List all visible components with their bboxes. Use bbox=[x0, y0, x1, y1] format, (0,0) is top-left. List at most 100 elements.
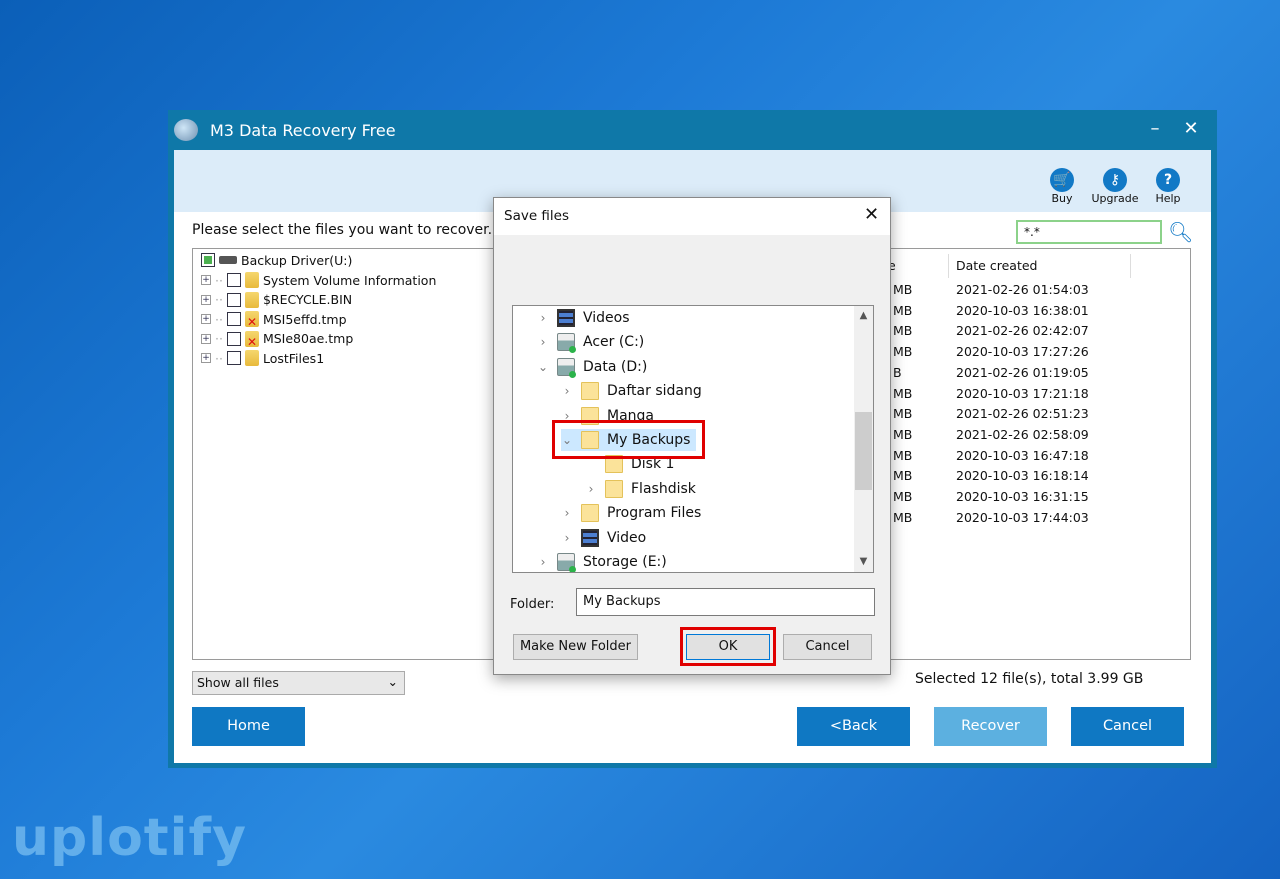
minimize-button[interactable]: – bbox=[1143, 118, 1167, 139]
chevron-right-icon[interactable]: › bbox=[537, 555, 549, 569]
search-icon[interactable]: 🔍︎ bbox=[1168, 220, 1193, 244]
deleted-icon: ✕ bbox=[246, 334, 258, 349]
drive-icon bbox=[557, 333, 576, 354]
buy-button[interactable]: 🛒 Buy bbox=[1034, 168, 1090, 205]
tree-item[interactable]: + ·· LostFiles1 bbox=[201, 348, 324, 368]
tree-item[interactable]: + ·· ✕ MSI5effd.tmp bbox=[201, 309, 347, 329]
file-size: MB bbox=[893, 509, 913, 525]
node-label: Daftar sidang bbox=[607, 383, 702, 400]
chevron-right-icon[interactable]: › bbox=[561, 384, 573, 398]
make-new-folder-button[interactable]: Make New Folder bbox=[513, 634, 638, 660]
instruction-text: Please select the files you want to reco… bbox=[192, 222, 493, 238]
highlight-box bbox=[552, 420, 705, 459]
key-icon: ⚷ bbox=[1103, 168, 1127, 192]
node-label: Flashdisk bbox=[631, 480, 696, 497]
file-size: MB bbox=[893, 344, 913, 360]
node-label: Videos bbox=[583, 310, 630, 326]
folder-icon bbox=[244, 291, 259, 308]
folder-node[interactable]: › Acer (C:) bbox=[537, 331, 650, 354]
expand-icon[interactable]: + bbox=[201, 294, 211, 305]
item-checkbox[interactable] bbox=[226, 292, 241, 307]
folder-node[interactable]: › Flashdisk bbox=[585, 478, 702, 500]
help-icon: ? bbox=[1156, 168, 1180, 192]
chevron-right-icon[interactable]: › bbox=[561, 506, 573, 520]
file-size: MB bbox=[893, 447, 913, 463]
file-date: 2021-02-26 02:51:23 bbox=[956, 406, 1089, 422]
app-icon bbox=[174, 119, 198, 141]
node-label: Video bbox=[607, 529, 647, 546]
tree-item[interactable]: + ·· $RECYCLE.BIN bbox=[201, 290, 352, 310]
item-label: System Volume Information bbox=[262, 272, 437, 288]
folder-node[interactable]: › Program Files bbox=[561, 502, 707, 524]
dialog-title: Save files bbox=[504, 208, 570, 224]
ok-button[interactable]: OK bbox=[686, 634, 770, 660]
expand-icon[interactable]: + bbox=[201, 314, 211, 325]
tree-item[interactable]: + ·· System Volume Information bbox=[201, 270, 436, 290]
cancel-button[interactable]: Cancel bbox=[1071, 707, 1184, 746]
chevron-right-icon[interactable]: › bbox=[537, 311, 549, 325]
node-label: Acer (C:) bbox=[583, 334, 645, 351]
file-date: 2021-02-26 01:54:03 bbox=[956, 282, 1089, 297]
column-header-date[interactable]: Date created bbox=[948, 254, 1131, 278]
upgrade-label: Upgrade bbox=[1091, 192, 1139, 205]
folder-icon bbox=[581, 504, 599, 523]
root-label: Backup Driver(U:) bbox=[241, 252, 353, 268]
chevron-right-icon[interactable]: › bbox=[537, 335, 549, 349]
recover-button[interactable]: Recover bbox=[934, 707, 1047, 746]
chevron-right-icon[interactable]: › bbox=[561, 531, 573, 545]
file-size: MB bbox=[893, 323, 913, 339]
item-checkbox[interactable] bbox=[226, 273, 241, 287]
folder-label: Folder: bbox=[510, 597, 555, 612]
folder-node[interactable]: › Video bbox=[561, 527, 652, 549]
scroll-up-arrow[interactable]: ▲ bbox=[854, 310, 873, 321]
filter-select[interactable]: Show all files ⌄ bbox=[192, 671, 405, 695]
file-size: MB bbox=[893, 385, 913, 401]
expand-icon[interactable]: + bbox=[201, 333, 211, 344]
item-checkbox[interactable] bbox=[226, 351, 241, 366]
close-button[interactable]: ✕ bbox=[1179, 118, 1203, 139]
dialog-cancel-button[interactable]: Cancel bbox=[783, 634, 872, 660]
root-checkbox[interactable] bbox=[201, 253, 215, 267]
dialog-close-button[interactable]: ✕ bbox=[864, 204, 879, 225]
folder-node[interactable]: › Videos bbox=[537, 307, 636, 329]
chevron-right-icon[interactable]: › bbox=[585, 482, 597, 496]
upgrade-button[interactable]: ⚷ Upgrade bbox=[1087, 168, 1143, 205]
folder-node[interactable]: › Storage (E:) bbox=[537, 551, 673, 572]
expand-icon[interactable]: + bbox=[201, 275, 211, 285]
home-button[interactable]: Home bbox=[192, 707, 305, 746]
item-checkbox[interactable] bbox=[226, 312, 241, 327]
node-label: Storage (E:) bbox=[583, 554, 667, 570]
expand-icon[interactable]: + bbox=[201, 353, 211, 364]
node-label: Program Files bbox=[607, 505, 702, 522]
folder-icon bbox=[244, 272, 259, 288]
tree-item[interactable]: + ·· ✕ MSIe80ae.tmp bbox=[201, 329, 353, 349]
file-date: 2020-10-03 16:31:15 bbox=[956, 489, 1089, 504]
file-date: 2020-10-03 16:18:14 bbox=[956, 468, 1089, 484]
search-input[interactable]: *.* bbox=[1016, 220, 1162, 244]
file-size: MB bbox=[893, 468, 913, 484]
folder-input[interactable]: My Backups bbox=[576, 588, 875, 616]
scroll-down-arrow[interactable]: ▼ bbox=[854, 556, 873, 567]
file-date: 2020-10-03 17:44:03 bbox=[956, 509, 1089, 525]
file-size: MB bbox=[893, 489, 913, 504]
file-size: MB bbox=[893, 426, 913, 442]
folder-node[interactable]: ⌄ Data (D:) bbox=[537, 356, 653, 378]
drive-icon bbox=[557, 553, 576, 572]
help-button[interactable]: ? Help bbox=[1140, 168, 1196, 205]
item-label: MSI5effd.tmp bbox=[262, 311, 347, 327]
chevron-down-icon[interactable]: ⌄ bbox=[537, 360, 549, 374]
chevron-down-icon: ⌄ bbox=[387, 674, 398, 689]
back-button[interactable]: <Back bbox=[797, 707, 910, 746]
file-size: B bbox=[893, 364, 902, 380]
help-label: Help bbox=[1155, 192, 1181, 205]
folder-node[interactable]: › Daftar sidang bbox=[561, 380, 708, 402]
deleted-icon: ✕ bbox=[246, 315, 258, 330]
title-bar[interactable]: M3 Data Recovery Free – ✕ bbox=[168, 110, 1217, 150]
scrollbar-thumb[interactable] bbox=[855, 412, 872, 490]
tree-root[interactable]: Backup Driver(U:) bbox=[201, 250, 352, 270]
item-label: LostFiles1 bbox=[262, 350, 325, 366]
folder-icon: ✕ bbox=[244, 311, 259, 330]
item-checkbox[interactable] bbox=[226, 331, 241, 346]
file-date: 2020-10-03 16:47:18 bbox=[956, 447, 1089, 463]
buy-label: Buy bbox=[1051, 192, 1073, 205]
